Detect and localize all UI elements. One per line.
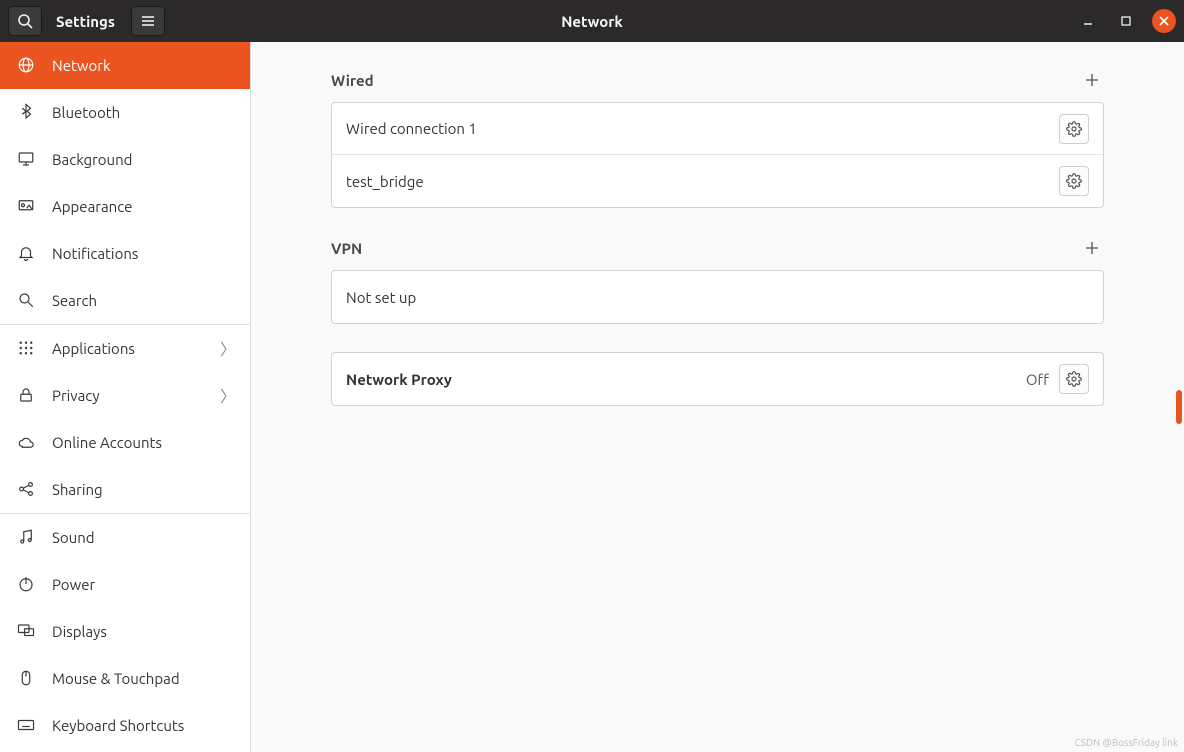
minimize-button[interactable]: [1076, 9, 1100, 33]
bell-icon: [16, 243, 36, 263]
vpn-section-header: VPN: [331, 236, 1104, 260]
sidebar-item-label: Notifications: [52, 245, 138, 262]
sidebar-item-label: Network: [52, 57, 111, 74]
plus-icon: [1084, 72, 1100, 88]
sidebar-item-label: Bluetooth: [52, 104, 120, 121]
connection-name: Wired connection 1: [346, 120, 1059, 137]
cloud-icon: [16, 432, 36, 452]
maximize-icon: [1121, 16, 1131, 26]
proxy-title: Network Proxy: [346, 371, 1026, 388]
share-icon: [16, 479, 36, 499]
sidebar-item-label: Search: [52, 292, 97, 309]
mouse-icon: [16, 668, 36, 688]
sidebar-item-online-accounts[interactable]: Online Accounts: [0, 419, 250, 466]
sidebar-item-keyboard-shortcuts[interactable]: Keyboard Shortcuts: [0, 702, 250, 749]
sidebar-item-network[interactable]: Network: [0, 42, 250, 89]
search-button[interactable]: [8, 6, 42, 36]
sidebar-item-background[interactable]: Background: [0, 136, 250, 183]
search-icon: [17, 13, 33, 29]
header-left: Settings: [0, 6, 165, 36]
close-button[interactable]: [1152, 9, 1176, 33]
sidebar-item-applications[interactable]: Applications 〉: [0, 325, 250, 372]
search-icon: [16, 290, 36, 310]
sidebar-item-label: Applications: [52, 340, 135, 357]
vpn-empty-label: Not set up: [346, 289, 1089, 306]
note-icon: [16, 527, 36, 547]
sidebar-item-label: Sharing: [52, 481, 103, 498]
window-controls: [1076, 9, 1176, 33]
vpn-card: Not set up: [331, 270, 1104, 324]
add-vpn-button[interactable]: [1080, 236, 1104, 260]
connection-settings-button[interactable]: [1059, 166, 1089, 196]
sidebar-item-sharing[interactable]: Sharing: [0, 466, 250, 513]
app-title: Settings: [56, 13, 115, 30]
sidebar-item-label: Online Accounts: [52, 434, 162, 451]
sidebar-item-label: Privacy: [52, 387, 100, 404]
monitor-icon: [16, 149, 36, 169]
sidebar-item-label: Power: [52, 576, 95, 593]
sidebar-item-label: Mouse & Touchpad: [52, 670, 180, 687]
proxy-status: Off: [1026, 371, 1049, 388]
sidebar-item-power[interactable]: Power: [0, 561, 250, 608]
appearance-icon: [16, 196, 36, 216]
wired-title: Wired: [331, 72, 374, 89]
content-panel: Wired Wired connection 1test_bridge VPN …: [251, 42, 1184, 752]
close-icon: [1159, 16, 1169, 26]
plus-icon: [1084, 240, 1100, 256]
chevron-right-icon: 〉: [220, 383, 236, 407]
wired-connection-row[interactable]: test_bridge: [332, 155, 1103, 207]
sidebar-item-notifications[interactable]: Notifications: [0, 230, 250, 277]
connection-settings-button[interactable]: [1059, 114, 1089, 144]
sidebar-item-label: Keyboard Shortcuts: [52, 717, 184, 734]
gear-icon: [1066, 371, 1082, 387]
sidebar-item-appearance[interactable]: Appearance: [0, 183, 250, 230]
sidebar-item-displays[interactable]: Displays: [0, 608, 250, 655]
proxy-settings-button[interactable]: [1059, 364, 1089, 394]
gear-icon: [1066, 121, 1082, 137]
sidebar-item-label: Sound: [52, 529, 95, 546]
sidebar: Network Bluetooth Background Appearance Noti…: [0, 42, 251, 752]
power-icon: [16, 574, 36, 594]
proxy-card: Network Proxy Off: [331, 352, 1104, 406]
menu-button[interactable]: [131, 6, 165, 36]
sidebar-item-label: Background: [52, 151, 132, 168]
wired-card: Wired connection 1 test_bridge: [331, 102, 1104, 208]
sidebar-item-sound[interactable]: Sound: [0, 514, 250, 561]
maximize-button[interactable]: [1114, 9, 1138, 33]
lock-icon: [16, 385, 36, 405]
vpn-empty-row: Not set up: [332, 271, 1103, 323]
globe-icon: [16, 55, 36, 75]
wired-section-header: Wired: [331, 68, 1104, 92]
chevron-right-icon: 〉: [220, 336, 236, 360]
keyboard-icon: [16, 715, 36, 735]
scrollbar-thumb[interactable]: [1176, 390, 1182, 424]
sidebar-item-privacy[interactable]: Privacy 〉: [0, 372, 250, 419]
vpn-title: VPN: [331, 240, 362, 257]
watermark: CSDN @BossFriday link: [1075, 737, 1179, 748]
page-title: Network: [0, 13, 1184, 30]
hamburger-icon: [140, 13, 156, 29]
grid-icon: [16, 338, 36, 358]
add-wired-button[interactable]: [1080, 68, 1104, 92]
proxy-row[interactable]: Network Proxy Off: [332, 353, 1103, 405]
gear-icon: [1066, 173, 1082, 189]
header-bar: Settings Network: [0, 0, 1184, 42]
bluetooth-icon: [16, 102, 36, 122]
connection-name: test_bridge: [346, 173, 1059, 190]
sidebar-item-bluetooth[interactable]: Bluetooth: [0, 89, 250, 136]
sidebar-item-mouse-touchpad[interactable]: Mouse & Touchpad: [0, 655, 250, 702]
sidebar-item-label: Appearance: [52, 198, 132, 215]
display-icon: [16, 621, 36, 641]
sidebar-item-label: Displays: [52, 623, 107, 640]
minimize-icon: [1083, 16, 1093, 26]
sidebar-item-search[interactable]: Search: [0, 277, 250, 324]
wired-connection-row[interactable]: Wired connection 1: [332, 103, 1103, 155]
main-area: Network Bluetooth Background Appearance Noti…: [0, 42, 1184, 752]
